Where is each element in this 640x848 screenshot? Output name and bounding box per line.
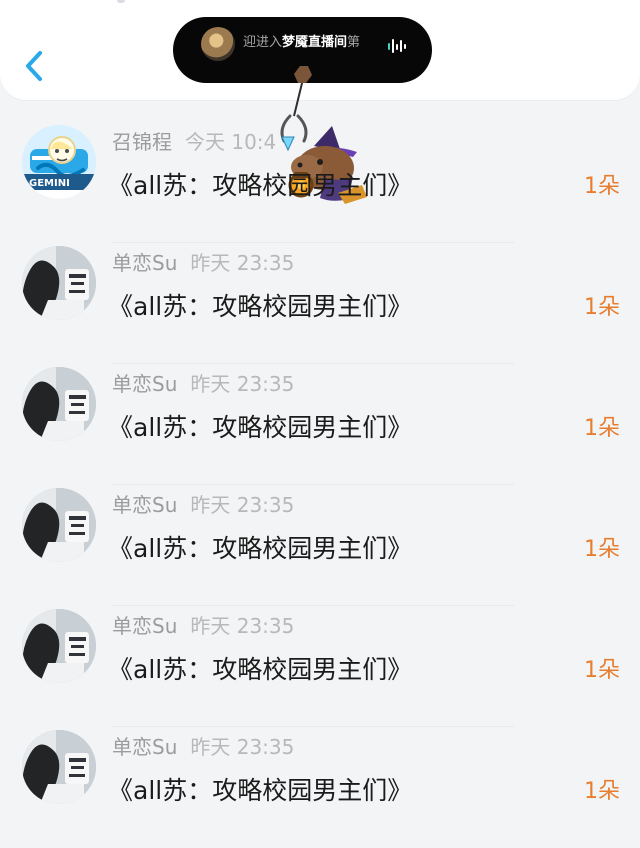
top-navigation-bar: 迎进入梦魇直播间第 [0, 0, 640, 100]
gift-list-item[interactable]: 单恋Su 昨天 23:35 《all苏：攻略校园男主们》 1朵 [0, 485, 640, 606]
timestamp: 今天 10:4 [185, 130, 277, 154]
message-meta: 召锦程 今天 10:4 [112, 129, 276, 155]
flower-gift-count: 1朵 [584, 658, 620, 683]
timestamp: 昨天 23:35 [190, 614, 295, 638]
flower-gift-count: 1朵 [584, 537, 620, 562]
gift-list-item[interactable]: 单恋Su 昨天 23:35 《all苏：攻略校园男主们》 1朵 [0, 727, 640, 848]
avatar[interactable] [22, 488, 96, 562]
gift-list-item[interactable]: GEMINI 召锦程 今天 10:4 《all苏：攻略校园男主们》 1朵 [0, 122, 640, 243]
live-room-name: 梦魇直播间 [282, 35, 348, 50]
gift-list-item[interactable]: 单恋Su 昨天 23:35 《all苏：攻略校园男主们》 1朵 [0, 364, 640, 485]
avatar[interactable]: GEMINI [22, 125, 96, 199]
live-room-notification[interactable]: 迎进入梦魇直播间第 [173, 17, 432, 83]
timestamp: 昨天 23:35 [190, 372, 295, 396]
message-meta: 单恋Su 昨天 23:35 [112, 492, 294, 518]
person-photo-avatar [22, 488, 96, 562]
sender-name: 单恋Su [112, 614, 178, 638]
gift-list-item[interactable]: 单恋Su 昨天 23:35 《all苏：攻略校园男主们》 1朵 [0, 243, 640, 364]
flower-gift-count: 1朵 [584, 779, 620, 804]
sender-name: 单恋Su [112, 493, 178, 517]
timestamp: 昨天 23:35 [190, 493, 295, 517]
flower-gift-count: 1朵 [584, 295, 620, 320]
book-title[interactable]: 《all苏：攻略校园男主们》 [108, 411, 412, 445]
live-room-avatar [201, 27, 235, 61]
timestamp: 昨天 23:35 [190, 251, 295, 275]
book-title[interactable]: 《all苏：攻略校园男主们》 [108, 774, 412, 808]
status-bar-fragment [117, 0, 125, 3]
avatar[interactable] [22, 367, 96, 441]
timestamp: 昨天 23:35 [190, 735, 295, 759]
person-photo-avatar [22, 609, 96, 683]
avatar[interactable] [22, 246, 96, 320]
message-meta: 单恋Su 昨天 23:35 [112, 250, 294, 276]
person-photo-avatar [22, 246, 96, 320]
flower-gift-count: 1朵 [584, 174, 620, 199]
back-icon[interactable] [18, 44, 52, 88]
sender-name: 单恋Su [112, 735, 178, 759]
sender-name: 单恋Su [112, 372, 178, 396]
message-meta: 单恋Su 昨天 23:35 [112, 734, 294, 760]
audio-wave-icon [388, 39, 406, 53]
avatar[interactable] [22, 730, 96, 804]
avatar[interactable] [22, 609, 96, 683]
avatar-logo-text: GEMINI [29, 178, 70, 189]
book-title[interactable]: 《all苏：攻略校园男主们》 [108, 169, 412, 203]
gemini-avatar-image: GEMINI [22, 125, 96, 199]
book-title[interactable]: 《all苏：攻略校园男主们》 [108, 653, 412, 687]
live-room-text: 迎进入梦魇直播间第 [243, 33, 388, 53]
message-meta: 单恋Su 昨天 23:35 [112, 613, 294, 639]
gift-list-item[interactable]: 单恋Su 昨天 23:35 《all苏：攻略校园男主们》 1朵 [0, 606, 640, 727]
sender-name: 召锦程 [112, 130, 172, 154]
book-title[interactable]: 《all苏：攻略校园男主们》 [108, 532, 412, 566]
person-photo-avatar [22, 367, 96, 441]
person-photo-avatar [22, 730, 96, 804]
live-notice-suffix: 第 [347, 35, 361, 50]
live-notice-prefix: 迎进入 [243, 35, 283, 50]
book-title[interactable]: 《all苏：攻略校园男主们》 [108, 290, 412, 324]
sender-name: 单恋Su [112, 251, 178, 275]
flower-gift-count: 1朵 [584, 416, 620, 441]
message-meta: 单恋Su 昨天 23:35 [112, 371, 294, 397]
